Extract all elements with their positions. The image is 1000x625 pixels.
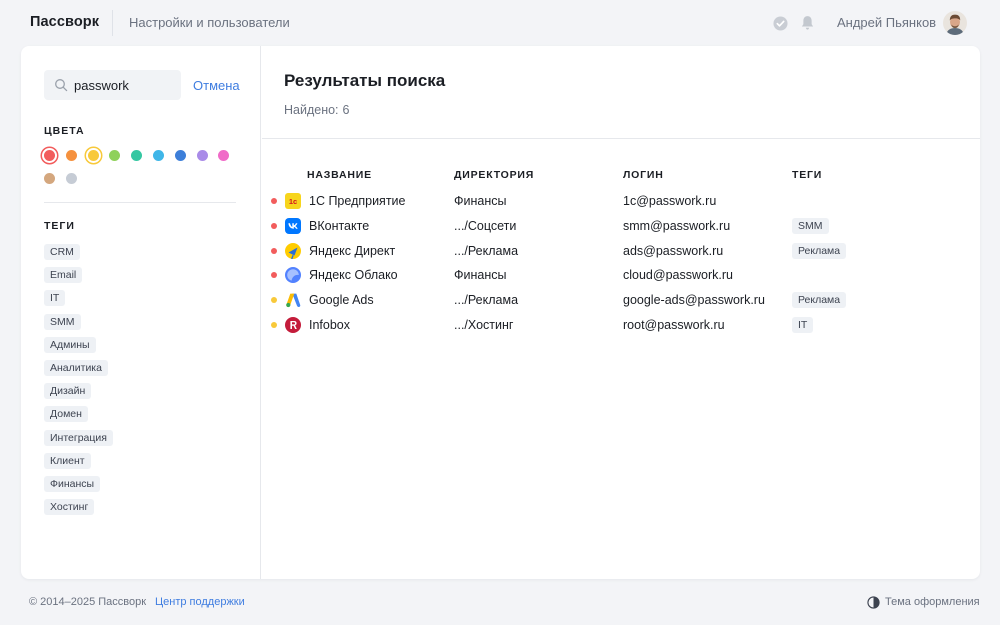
sidebar-tag[interactable]: SMM xyxy=(44,313,81,330)
row-directory: .../Реклама xyxy=(454,293,519,308)
sidebar-tag[interactable]: Домен xyxy=(44,406,88,423)
row-name: 1С Предприятие xyxy=(309,194,406,208)
sidebar-tag[interactable]: Дизайн xyxy=(44,383,92,400)
row-name: ВКонтакте xyxy=(309,218,370,233)
color-filter-pink[interactable] xyxy=(218,150,230,161)
table-row[interactable]: Infobox .../Хостинг root@passwork.ru IT xyxy=(262,313,980,337)
svg-text:1c: 1c xyxy=(289,197,297,206)
infobox-icon xyxy=(285,317,301,333)
sidebar-tag[interactable]: Хостинг xyxy=(44,499,95,516)
color-filter-sky[interactable] xyxy=(153,150,164,161)
search-box[interactable] xyxy=(44,70,181,100)
color-filter-light-green[interactable] xyxy=(109,150,121,161)
top-divider xyxy=(112,10,113,36)
filter-sidebar: Отмена ЦВЕТА ТЕГИ CRM Email IT SMM Админы Ана… xyxy=(21,46,261,579)
row-tag[interactable]: Реклама xyxy=(792,292,847,309)
search-results-panel: Результаты поиска Найдено: 6 НАЗВАНИЕ ДИР… xyxy=(262,46,980,579)
color-filter-yellow[interactable] xyxy=(87,150,99,161)
column-header-name[interactable]: НАЗВАНИЕ xyxy=(307,169,372,181)
row-color-dot xyxy=(271,247,277,254)
content-card: Отмена ЦВЕТА ТЕГИ CRM Email IT SMM Админы Ана… xyxy=(21,46,980,579)
yandex-cloud-icon xyxy=(285,267,301,284)
top-bar: Пассворк Настройки и пользователи Андрей… xyxy=(0,0,1000,46)
avatar[interactable] xyxy=(943,11,967,35)
table-row[interactable]: Яндекс Облако Финансы cloud@passwork.ru xyxy=(262,263,980,287)
color-filter-orange[interactable] xyxy=(65,150,77,161)
vk-icon xyxy=(285,217,301,234)
sidebar-tag[interactable]: Аналитика xyxy=(44,359,108,376)
row-color-dot xyxy=(271,198,277,204)
sidebar-tag[interactable]: IT xyxy=(44,290,66,307)
column-header-login[interactable]: ЛОГИН xyxy=(623,169,664,181)
row-login: google-ads@passwork.ru xyxy=(623,293,765,308)
color-filter-gray[interactable] xyxy=(65,172,77,184)
1c-icon: 1c xyxy=(285,193,301,209)
column-header-directory[interactable]: ДИРЕКТОРИЯ xyxy=(454,169,534,181)
row-color-dot xyxy=(271,222,277,229)
table-row[interactable]: Яндекс Директ .../Реклама ads@passwork.ru Р… xyxy=(262,239,980,263)
search-icon xyxy=(55,79,68,92)
row-directory: .../Соцсети xyxy=(454,218,517,233)
color-filter-teal[interactable] xyxy=(131,150,143,161)
row-login: ads@passwork.ru xyxy=(623,243,724,258)
row-directory: .../Реклама xyxy=(454,243,519,258)
theme-label: Тема оформления xyxy=(885,596,980,608)
contrast-icon xyxy=(867,595,880,609)
color-filter-red[interactable] xyxy=(44,150,55,161)
sidebar-tag[interactable]: Интеграция xyxy=(44,429,113,446)
row-name: Google Ads xyxy=(309,293,374,308)
table-row[interactable]: ВКонтакте .../Соцсети smm@passwork.ru SMM xyxy=(262,214,980,238)
sidebar-divider xyxy=(44,202,236,203)
row-tag[interactable]: Реклама xyxy=(792,242,847,259)
row-tag[interactable]: IT xyxy=(792,317,814,333)
row-name: Яндекс Облако xyxy=(309,268,398,283)
yandex-direct-icon xyxy=(285,242,301,259)
copyright: © 2014–2025 Пассворк xyxy=(29,596,147,608)
tags-section-title: ТЕГИ xyxy=(44,220,75,232)
sidebar-tag[interactable]: Email xyxy=(44,267,83,284)
table-row[interactable]: Google Ads .../Реклама google-ads@passwork… xyxy=(262,288,980,312)
cancel-search-link[interactable]: Отмена xyxy=(193,78,240,93)
row-color-dot xyxy=(271,297,277,304)
row-tag[interactable]: SMM xyxy=(792,217,829,234)
support-center-link[interactable]: Центр поддержки xyxy=(155,596,245,608)
found-count-value: 6 xyxy=(342,103,350,117)
sidebar-tag[interactable]: Админы xyxy=(44,336,96,353)
row-color-dot xyxy=(271,272,277,279)
settings-users-link[interactable]: Настройки и пользователи xyxy=(129,15,290,30)
row-color-dot xyxy=(271,322,277,328)
check-circle-icon[interactable] xyxy=(773,16,788,31)
row-login: smm@passwork.ru xyxy=(623,218,731,233)
sidebar-tag[interactable]: Клиент xyxy=(44,452,91,469)
search-input[interactable] xyxy=(74,70,174,100)
color-filter-brown[interactable] xyxy=(44,172,55,184)
found-label: Найдено: xyxy=(284,103,339,117)
column-header-tags[interactable]: ТЕГИ xyxy=(792,169,822,181)
sidebar-tag[interactable]: Финансы xyxy=(44,475,101,492)
row-name: Infobox xyxy=(309,318,351,332)
row-directory: .../Хостинг xyxy=(454,318,514,332)
google-ads-icon xyxy=(285,292,301,308)
row-directory: Финансы xyxy=(454,268,507,283)
row-login: root@passwork.ru xyxy=(623,318,725,332)
found-count: Найдено: 6 xyxy=(284,103,350,117)
bell-icon[interactable] xyxy=(800,15,815,31)
results-divider xyxy=(262,138,980,139)
page-title: Результаты поиска xyxy=(284,71,446,90)
tag-filter-list: CRM Email IT SMM Админы Аналитика Дизайн Домен И… xyxy=(44,244,244,522)
table-row[interactable]: 1c 1С Предприятие Финансы 1c@passwork.ru xyxy=(262,189,980,213)
colors-section-title: ЦВЕТА xyxy=(44,125,85,137)
color-filter-violet[interactable] xyxy=(196,150,208,161)
row-name: Яндекс Директ xyxy=(309,243,396,258)
row-login: cloud@passwork.ru xyxy=(623,268,733,283)
theme-toggle[interactable]: Тема оформления xyxy=(867,594,980,610)
row-directory: Финансы xyxy=(454,194,507,208)
row-login: 1c@passwork.ru xyxy=(623,194,717,208)
user-name[interactable]: Андрей Пьянков xyxy=(837,15,936,30)
color-filter-blue[interactable] xyxy=(174,150,186,161)
brand-logo[interactable]: Пассворк xyxy=(30,14,99,30)
sidebar-tag[interactable]: CRM xyxy=(44,244,80,260)
footer: © 2014–2025 Пассворк Центр поддержки Тем… xyxy=(0,590,1000,615)
